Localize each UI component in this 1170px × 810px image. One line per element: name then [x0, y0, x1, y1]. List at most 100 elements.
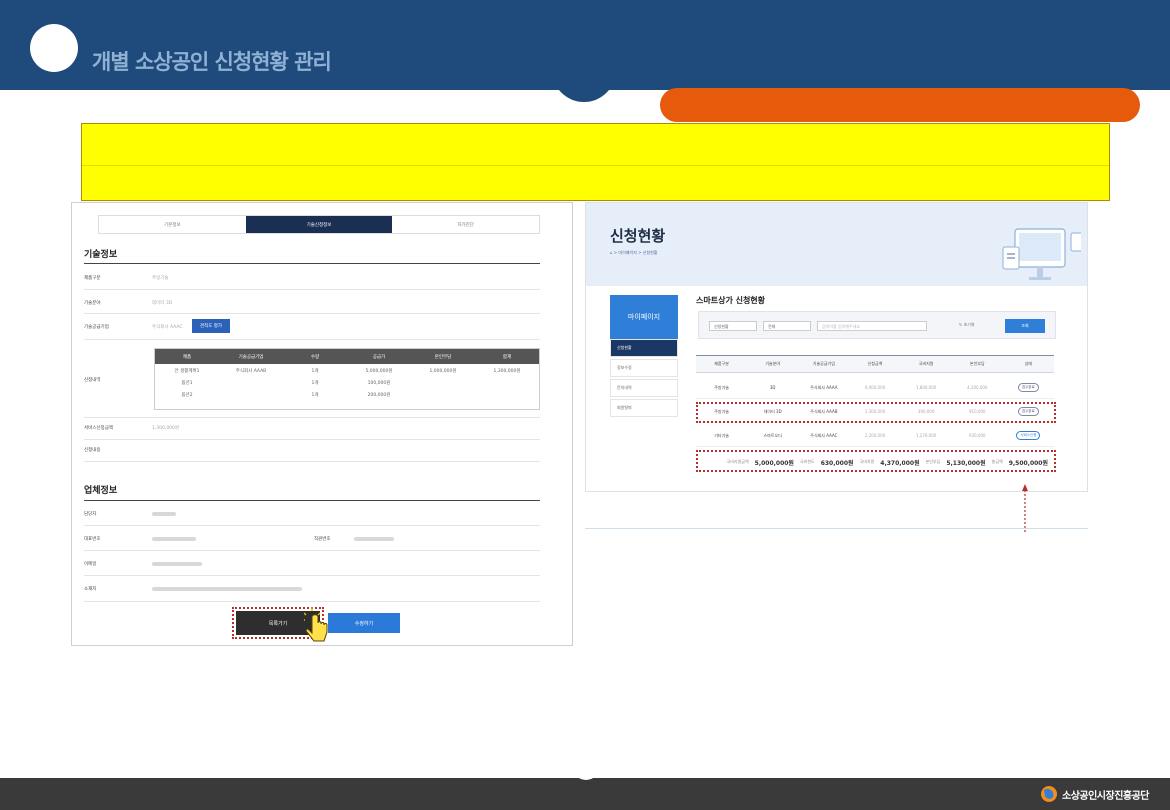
category-select[interactable]: 전체: [763, 321, 811, 331]
status-select[interactable]: 신청현황: [709, 321, 757, 331]
column-header: 제품: [182, 354, 192, 360]
table-row[interactable]: 기타기술 스마트오더 주식회사 AAAC 2,200,000 1,270,000…: [696, 425, 1054, 447]
table-cell: 스마트오더: [763, 432, 782, 438]
edit-button[interactable]: 수정하기: [328, 613, 400, 633]
row-value: 1,300,000원: [152, 426, 180, 431]
table-cell: 5,000,000원: [365, 368, 393, 374]
highlight-divider: [82, 165, 1109, 166]
table-cell: [219, 389, 283, 400]
status-subtitle: 스마트상가 신청현황: [696, 296, 766, 305]
status-badge: 서비스신청: [1016, 431, 1041, 440]
row-divider: [84, 339, 540, 340]
side-item-inquiries[interactable]: 문의내역: [610, 379, 678, 397]
side-item-status[interactable]: 신청현황: [610, 339, 678, 357]
column-header: 본인부담: [434, 354, 452, 360]
table-header: 제품 기술공급기업 수량 공급가 본인부담 합계: [155, 349, 539, 364]
click-pointer-icon: [304, 607, 328, 642]
company-row-label: 이메일: [84, 562, 97, 567]
side-item-withdraw[interactable]: 회원탈퇴: [610, 399, 678, 417]
row-divider: [84, 313, 540, 314]
table-cell: 4,200,000: [967, 385, 988, 390]
reset-button[interactable]: ↻ 초기화: [959, 322, 975, 328]
row-divider: [84, 575, 540, 576]
table-cell: [411, 389, 475, 400]
company-row-label: 대표번호: [84, 537, 101, 542]
table-cell: 1,000,000원: [429, 368, 457, 374]
table-cell: 3D: [769, 385, 776, 390]
tab-tech-apply[interactable]: 기술신청정보: [245, 216, 393, 233]
row-label: 기술공급기업: [84, 325, 109, 330]
tab-self-diagnosis[interactable]: 자가진단: [392, 216, 539, 233]
table-cell: [411, 377, 475, 388]
status-screen: 신청현황 ⌂ > 마이페이지 > 신청현황 마이페이지 신청현황 정보수정 문의…: [585, 202, 1088, 492]
row-divider: [84, 417, 540, 418]
column-header: 본인부담: [969, 361, 985, 366]
row-label: 기술분야: [84, 301, 101, 306]
table-row: 옵션1 1개 100,000원: [155, 377, 539, 388]
row-value: 데이터 3D: [152, 301, 173, 306]
header-notch: [552, 60, 616, 102]
table-cell: 100,000원: [367, 380, 391, 386]
blurred-value: [354, 537, 394, 541]
row-divider: [84, 439, 540, 440]
company-row-label: 담당자: [84, 512, 97, 517]
column-header: 공급가: [372, 354, 386, 360]
section-divider: [84, 500, 540, 501]
column-header: 제품구분: [714, 361, 729, 366]
table-cell: [475, 377, 539, 388]
status-cell: 접수완료: [1003, 377, 1054, 398]
side-item-edit-info[interactable]: 정보수정: [610, 359, 678, 377]
blurred-value: [152, 537, 196, 541]
table-cell: 주식회사 AAAC: [810, 432, 838, 438]
blurred-value: [152, 562, 202, 566]
page-title: 개별 소상공인 신청현황 관리: [92, 50, 332, 74]
table-cell: 1개: [311, 392, 319, 398]
status-cell: 서비스신청: [1003, 425, 1054, 446]
highlight-totals-outline: [696, 450, 1056, 472]
table-cell: 1,300,000원: [493, 368, 521, 374]
table-cell: 6,000,000: [864, 385, 886, 390]
org-name: 소상공인시장진흥공단: [1062, 791, 1150, 802]
breadcrumb: ⌂ > 마이페이지 > 신청현황: [610, 250, 658, 255]
table-cell: 옵션1: [181, 380, 193, 386]
column-header: 기술공급기업: [238, 354, 264, 360]
table-cell: [475, 389, 539, 400]
footer-bar: [0, 778, 1170, 810]
monitor-illustration-icon: [1002, 228, 1081, 280]
column-header: 상태: [1024, 361, 1033, 366]
table-row: 옵션2 1개 200,000원: [155, 389, 539, 400]
status-table-header: 제품구분 기술분야 기술공급기업 신청금액 국비지원 본인부담 상태: [696, 355, 1054, 373]
compare-button[interactable]: 견적도 평가: [192, 319, 230, 333]
table-cell: 기타기술: [714, 432, 729, 438]
detail-screen: 기본정보 기술신청정보 자가진단 기술정보 제품구분 주방기술 기술분야 데이터…: [71, 202, 573, 646]
detail-tabs: 기본정보 기술신청정보 자가진단: [98, 215, 540, 234]
company-row-label: 소재지: [84, 587, 97, 592]
table-cell: [219, 377, 283, 388]
side-menu-title: 마이페이지: [610, 295, 678, 339]
column-header: 합계: [502, 354, 512, 360]
table-cell: 2,200,000: [864, 433, 886, 438]
column-header: 기술분야: [765, 361, 781, 366]
row-divider: [84, 550, 540, 551]
table-row[interactable]: 주방기술 3D 주식회사 AAAA 6,000,000 1,800,000 4,…: [696, 377, 1054, 399]
blurred-value: [152, 587, 302, 591]
table-cell: 1,270,000: [915, 433, 937, 438]
column-header: 국비지원: [918, 361, 934, 366]
table-cell: 주식회사 AAAB: [235, 368, 267, 374]
tab-basic-info[interactable]: 기본정보: [99, 216, 246, 233]
table-cell: 1개: [311, 368, 319, 374]
row-divider: [84, 525, 540, 526]
highlight-box: [81, 123, 1110, 201]
search-input[interactable]: 검색어를 입력해주세요: [817, 321, 927, 331]
column-header: 신청금액: [867, 361, 883, 366]
row-label: 신청내역: [84, 378, 101, 383]
org-logo-icon: [1041, 786, 1057, 802]
table-cell: 주식회사 AAAA: [810, 384, 838, 390]
table-row: 안 생활계획1 주식회사 AAAB 1개 5,000,000원 1,000,00…: [155, 365, 539, 376]
row-label: 신청내용: [84, 448, 101, 453]
apply-detail-table: 제품 기술공급기업 수량 공급가 본인부담 합계 안 생활계획1 주식회사 AA…: [154, 348, 540, 410]
divider-line: [585, 528, 1088, 529]
row-divider: [84, 289, 540, 290]
search-button[interactable]: 조회: [1005, 319, 1045, 333]
row-label: 제품구분: [84, 276, 101, 281]
